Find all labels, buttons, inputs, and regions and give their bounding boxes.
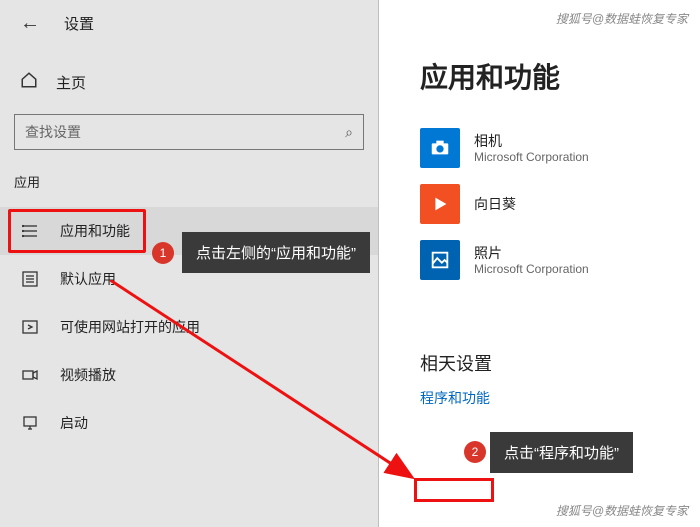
app-info: 照片 Microsoft Corporation <box>474 244 589 276</box>
home-icon <box>20 71 38 94</box>
app-publisher: Microsoft Corporation <box>474 262 589 276</box>
annotation-tooltip-2: 点击“程序和功能” <box>490 432 633 473</box>
annotation-badge-1: 1 <box>152 242 174 264</box>
search-input[interactable]: 查找设置 ⌕ <box>14 114 364 150</box>
app-name: 向日葵 <box>474 195 516 213</box>
watermark-bottom: 搜狐号@数据蛙恢复专家 <box>556 502 688 519</box>
watermark-top: 搜狐号@数据蛙恢复专家 <box>556 10 688 27</box>
app-name: 照片 <box>474 244 589 262</box>
sidebar-item-label: 默认应用 <box>60 269 116 289</box>
photos-icon <box>420 240 460 280</box>
defaults-icon <box>20 271 40 287</box>
annotation-tooltip-1: 点击左侧的“应用和功能” <box>182 232 370 273</box>
back-icon[interactable]: ← <box>20 12 40 35</box>
app-list-item[interactable]: 相机 Microsoft Corporation <box>384 120 700 176</box>
sidebar-item-label: 应用和功能 <box>60 221 130 241</box>
sidebar-item-video-playback[interactable]: 视频播放 <box>0 351 378 399</box>
search-icon: ⌕ <box>345 124 353 141</box>
website-icon <box>20 319 40 335</box>
related-settings-heading: 相天设置 <box>384 288 700 386</box>
sidebar-item-label: 可使用网站打开的应用 <box>60 317 200 337</box>
camera-icon <box>420 128 460 168</box>
app-publisher: Microsoft Corporation <box>474 150 589 164</box>
sidebar-item-startup[interactable]: 启动 <box>0 399 378 447</box>
sidebar-item-label: 视频播放 <box>60 365 116 385</box>
app-info: 相机 Microsoft Corporation <box>474 132 589 164</box>
top-bar: ← 设置 <box>0 0 378 43</box>
list-icon <box>20 223 40 239</box>
home-label: 主页 <box>56 72 86 93</box>
annotation-badge-2: 2 <box>464 441 486 463</box>
nav-section-label: 应用 <box>0 166 378 207</box>
settings-title: 设置 <box>64 13 94 34</box>
app-name: 相机 <box>474 132 589 150</box>
app-info: 向日葵 <box>474 195 516 213</box>
sidebar-item-label: 启动 <box>60 413 88 433</box>
app-list-item[interactable]: 向日葵 <box>384 176 700 232</box>
startup-icon <box>20 415 40 431</box>
search-placeholder: 查找设置 <box>25 122 81 142</box>
programs-and-features-link[interactable]: 程序和功能 <box>420 386 490 410</box>
sidebar-item-apps-for-websites[interactable]: 可使用网站打开的应用 <box>0 303 378 351</box>
sidebar-home[interactable]: 主页 <box>0 43 378 104</box>
video-icon <box>20 367 40 383</box>
app-list-item[interactable]: 照片 Microsoft Corporation <box>384 232 700 288</box>
sunflower-icon <box>420 184 460 224</box>
